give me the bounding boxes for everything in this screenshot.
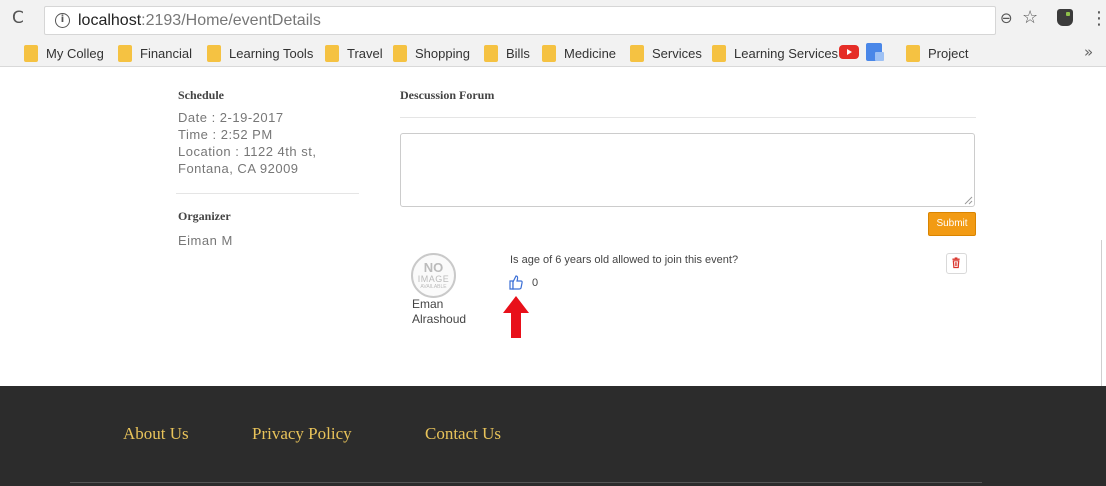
organizer-name: Eiman M [178, 233, 233, 248]
folder-icon [207, 44, 221, 62]
like-count: 0 [532, 277, 539, 289]
reload-icon[interactable]: C [12, 8, 24, 28]
footer-link-contact-us[interactable]: Contact Us [425, 424, 501, 444]
url-host: localhost [78, 12, 142, 29]
folder-icon [630, 44, 644, 62]
info-icon[interactable]: i [55, 13, 70, 28]
bookmark-label: Learning Tools [229, 45, 314, 61]
footer-divider [70, 482, 982, 483]
forum-heading: Descussion Forum [400, 88, 495, 102]
folder-icon [542, 44, 556, 62]
divider [400, 117, 976, 118]
bookmark-financial[interactable]: Financial [118, 43, 192, 63]
author-first-name: Eman [412, 297, 444, 311]
bookmarks-bar: My Colleg Financial Learning Tools Trave… [0, 38, 1106, 67]
organizer-heading: Organizer [178, 209, 231, 223]
youtube-icon[interactable] [839, 45, 859, 59]
schedule-date: Date : 2-19-2017 [178, 110, 284, 125]
trash-icon [952, 257, 960, 269]
resize-grip-icon[interactable] [964, 196, 973, 205]
bookmark-learning-services[interactable]: Learning Services [712, 43, 838, 63]
schedule-time: Time : 2:52 PM [178, 127, 273, 142]
folder-icon [24, 44, 38, 62]
folder-icon [118, 44, 132, 62]
bookmark-label: Financial [140, 45, 193, 61]
evernote-extension-icon[interactable] [1057, 9, 1073, 26]
comment-textarea[interactable] [400, 133, 975, 207]
scrollbar[interactable] [1101, 240, 1102, 386]
folder-icon [393, 44, 407, 62]
bookmark-services[interactable]: Services [630, 43, 702, 63]
annotation-arrow-icon [503, 296, 529, 338]
post-author: Eman Alrashoud [412, 297, 472, 327]
url-text[interactable]: localhost:2193/Home/eventDetails [78, 12, 321, 30]
bookmark-bills[interactable]: Bills [484, 43, 530, 63]
divider [176, 193, 359, 194]
footer: About Us Privacy Policy Contact Us [0, 386, 1106, 486]
schedule-location-city: Fontana, CA 92009 [178, 161, 299, 176]
avatar-text: AVAILABLE [420, 284, 447, 290]
event-details-page: Schedule Date : 2-19-2017 Time : 2:52 PM… [0, 68, 1106, 386]
schedule-heading: Schedule [178, 88, 225, 102]
bookmark-project[interactable]: Project [906, 43, 968, 63]
avatar-text: NO [423, 260, 444, 275]
url-path: :2193/Home/eventDetails [141, 12, 321, 29]
bookmark-label: Travel [347, 45, 383, 61]
thumbs-up-icon[interactable] [509, 274, 523, 290]
folder-icon [325, 44, 339, 62]
bookmark-label: Bills [506, 45, 530, 61]
author-last-name: Alrashoud [412, 312, 467, 326]
more-bookmarks-icon[interactable]: » [1084, 43, 1093, 61]
footer-link-about-us[interactable]: About Us [123, 424, 189, 444]
schedule-location: Location : 1122 4th st, [178, 144, 317, 159]
bookmark-label: Shopping [415, 45, 470, 61]
folder-icon [712, 44, 726, 62]
google-translate-icon[interactable] [866, 43, 884, 61]
bookmark-star-icon[interactable]: ☆ [1022, 7, 1038, 28]
bookmark-label: Medicine [564, 45, 617, 61]
bookmark-label: Learning Services [734, 45, 839, 61]
bookmark-learning-tools[interactable]: Learning Tools [207, 43, 313, 63]
folder-icon [906, 44, 920, 62]
bookmark-label: Services [652, 45, 702, 61]
address-bar[interactable]: i localhost:2193/Home/eventDetails [44, 6, 996, 35]
delete-button[interactable] [946, 253, 967, 274]
avatar: NO IMAGE AVAILABLE [411, 253, 456, 298]
bookmark-shopping[interactable]: Shopping [393, 43, 470, 63]
post-question: Is age of 6 years old allowed to join th… [510, 254, 739, 266]
bookmark-label: Project [928, 45, 969, 61]
browser-menu-icon[interactable]: ⋮ [1090, 8, 1106, 29]
bookmark-medicine[interactable]: Medicine [542, 43, 616, 63]
avatar-text: IMAGE [417, 274, 450, 284]
submit-button[interactable]: Submit [928, 212, 976, 236]
bookmark-my-colleg[interactable]: My Colleg [24, 43, 104, 63]
zoom-icon[interactable]: ⊖ [1000, 9, 1013, 27]
browser-toolbar: C i localhost:2193/Home/eventDetails ⊖ ☆… [0, 0, 1106, 38]
bookmark-travel[interactable]: Travel [325, 43, 383, 63]
bookmark-label: My Colleg [46, 45, 104, 61]
footer-link-privacy-policy[interactable]: Privacy Policy [252, 424, 352, 444]
folder-icon [484, 44, 498, 62]
